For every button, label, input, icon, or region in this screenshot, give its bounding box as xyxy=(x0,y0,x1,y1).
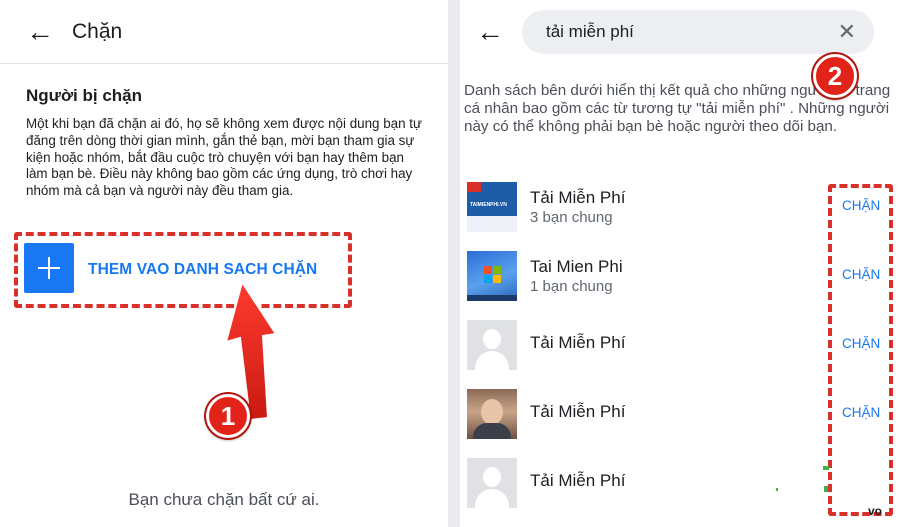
cut-off-text: vo xyxy=(868,504,883,518)
avatar[interactable] xyxy=(467,320,517,370)
result-name[interactable]: Tải Miễn Phí xyxy=(530,471,625,491)
artifact-speck xyxy=(776,488,778,491)
step-marker-2: 2 xyxy=(813,54,857,98)
mutual-friends: 3 bạn chung xyxy=(530,209,613,226)
mutual-friends: 1 bạn chung xyxy=(530,278,613,295)
panel-divider xyxy=(448,0,460,527)
back-arrow-icon[interactable]: ← xyxy=(476,18,504,46)
avatar[interactable] xyxy=(467,389,517,439)
close-icon[interactable]: ✕ xyxy=(838,19,856,45)
result-name[interactable]: Tải Miễn Phí xyxy=(530,333,625,353)
step-marker-1: 1 xyxy=(206,394,250,438)
search-input[interactable]: tải miễn phí ✕ xyxy=(522,10,874,54)
avatar[interactable] xyxy=(467,251,517,301)
avatar[interactable]: TAIMIENPHI.VN xyxy=(467,182,517,232)
result-name[interactable]: Tải Miễn Phí xyxy=(530,402,625,422)
artifact-speck xyxy=(824,486,828,492)
annotation-highlight-box xyxy=(828,184,893,516)
result-name[interactable]: Tải Miễn Phí xyxy=(530,188,625,208)
result-name[interactable]: Tai Mien Phi xyxy=(530,257,623,277)
avatar[interactable] xyxy=(467,458,517,508)
artifact-speck xyxy=(823,466,829,470)
search-query-text[interactable]: tải miễn phí xyxy=(546,22,634,42)
